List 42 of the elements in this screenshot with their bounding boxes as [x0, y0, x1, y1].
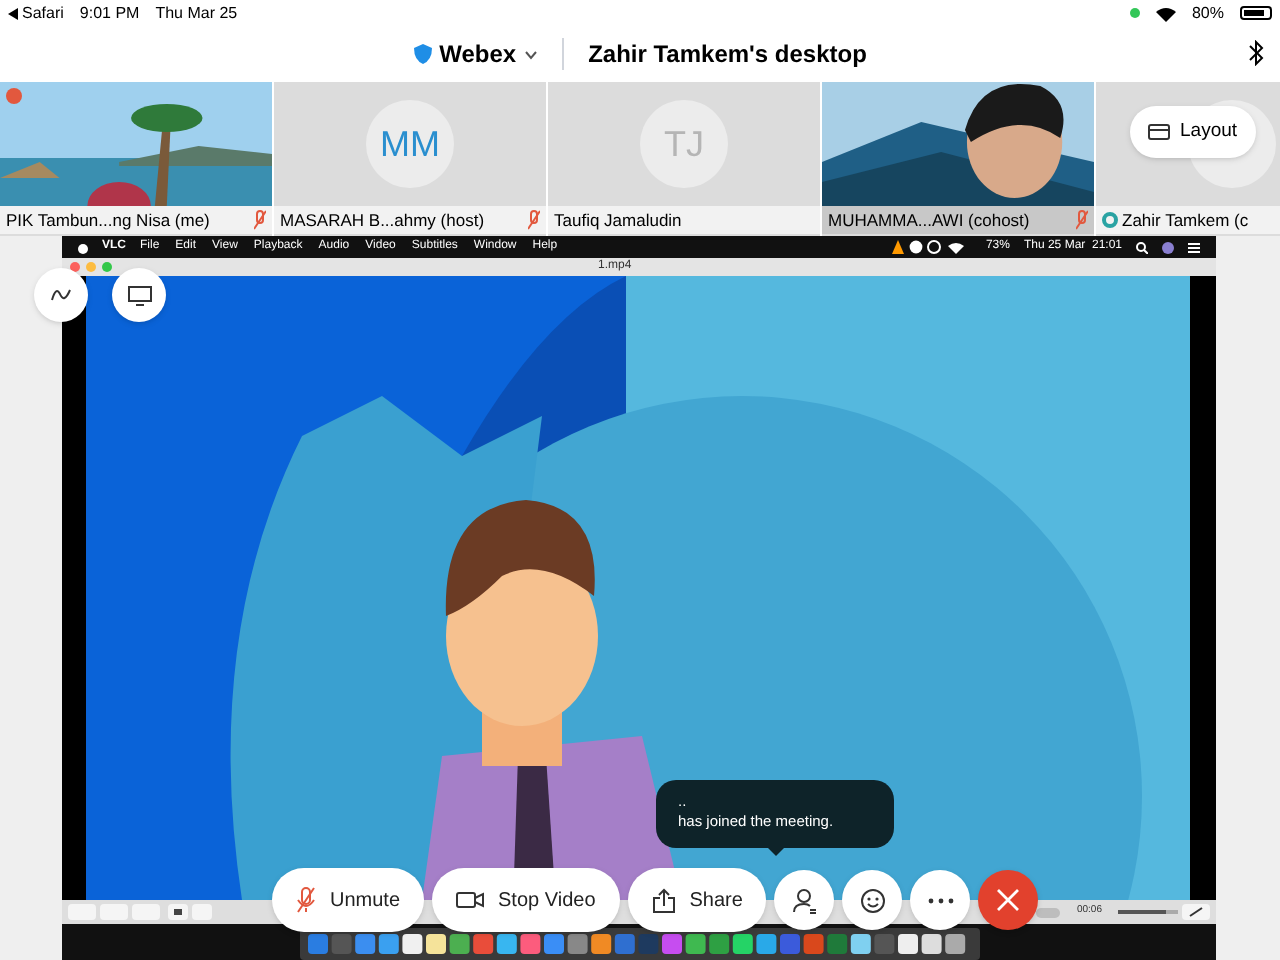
- status-time: 9:01 PM: [79, 1, 140, 25]
- wifi-icon: [1155, 5, 1176, 21]
- share-button[interactable]: Share: [627, 868, 767, 932]
- muted-mic-icon: [296, 886, 316, 914]
- annotate-button[interactable]: [34, 268, 88, 322]
- bluetooth-icon[interactable]: [1248, 40, 1264, 66]
- unmute-button[interactable]: Unmute: [272, 868, 425, 932]
- status-date: Thu Mar 25: [155, 1, 238, 25]
- stop-video-button[interactable]: Stop Video: [432, 868, 620, 932]
- more-icon: [927, 897, 954, 903]
- layout-button[interactable]: Layout: [1130, 106, 1256, 158]
- person-icon: [791, 887, 818, 913]
- battery-icon: [1240, 6, 1272, 20]
- squiggle-icon: [50, 286, 72, 304]
- player-controls-drawing[interactable]: [68, 904, 212, 920]
- muted-mic-icon: [528, 210, 540, 230]
- participant-name: MUHAMMA...AWI (cohost): [828, 207, 1032, 233]
- app-menu[interactable]: Webex: [439, 36, 517, 72]
- list-icon[interactable]: [1188, 241, 1200, 253]
- presenter-icon: [1102, 212, 1118, 228]
- participant-name: Taufiq Jamaludin: [554, 207, 684, 233]
- back-icon[interactable]: [8, 7, 18, 19]
- participant-name: Zahir Tamkem (c: [1122, 207, 1251, 233]
- avatar: MM: [366, 100, 454, 188]
- muted-mic-icon: [254, 210, 266, 230]
- back-link[interactable]: Safari: [22, 1, 64, 25]
- muted-mic-icon: [1076, 210, 1088, 230]
- fullscreen-icon[interactable]: [1182, 904, 1210, 920]
- monitor-icon: [127, 285, 151, 305]
- chevron-icon[interactable]: [524, 49, 539, 59]
- smiley-icon: [859, 887, 886, 913]
- search-icon[interactable]: [1136, 241, 1148, 253]
- layout-icon: [1148, 124, 1170, 140]
- battery-percent: 80%: [1191, 1, 1224, 25]
- video-camera-icon: [456, 890, 485, 910]
- share-icon: [651, 887, 676, 913]
- participant-name: PIK Tambun...ng Nisa (me): [6, 207, 212, 233]
- close-icon: [996, 888, 1021, 912]
- shield-logo-icon: [413, 44, 432, 64]
- dock-drawing[interactable]: [299, 928, 979, 960]
- participant-name: MASARAH B...ahmy (host): [280, 207, 487, 233]
- window-title: Zahir Tamkem's desktop: [588, 38, 867, 72]
